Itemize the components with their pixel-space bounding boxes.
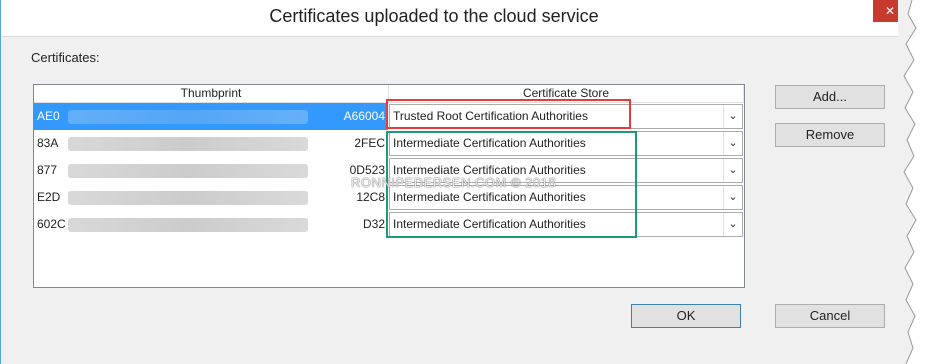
redacted-thumbprint xyxy=(68,137,308,151)
title-bar: Certificates uploaded to the cloud servi… xyxy=(1,0,906,37)
thumbprint-prefix: E2D xyxy=(37,190,61,204)
redacted-thumbprint xyxy=(68,110,308,124)
redacted-thumbprint xyxy=(68,218,308,232)
thumbprint-cell[interactable]: 602C D32 xyxy=(34,211,388,238)
thumbprint-prefix: AE0 xyxy=(37,109,60,123)
cancel-button[interactable]: Cancel xyxy=(775,304,885,328)
ok-button[interactable]: OK xyxy=(631,304,741,328)
chevron-down-icon[interactable]: ⌄ xyxy=(723,159,742,182)
window-title: Certificates uploaded to the cloud servi… xyxy=(269,6,599,26)
certificates-label: Certificates: xyxy=(31,50,100,65)
chevron-down-icon[interactable]: ⌄ xyxy=(723,105,742,128)
watermark: RONNIPEDERSEN.COM © 2018 xyxy=(351,175,557,190)
redacted-thumbprint xyxy=(68,191,308,205)
remove-button[interactable]: Remove xyxy=(775,123,885,147)
thumbprint-cell[interactable]: 83A 2FEC xyxy=(34,130,388,157)
column-header-thumbprint[interactable]: Thumbprint xyxy=(34,85,389,102)
thumbprint-cell[interactable]: AE0 A66004 xyxy=(34,103,388,130)
chevron-down-icon[interactable]: ⌄ xyxy=(723,132,742,155)
redacted-thumbprint xyxy=(68,164,308,178)
thumbprint-prefix: 602C xyxy=(37,217,66,231)
add-button[interactable]: Add... xyxy=(775,85,885,109)
thumbprint-suffix: A66004 xyxy=(343,109,385,123)
dialog-window: Certificates uploaded to the cloud servi… xyxy=(0,0,906,364)
thumbprint-prefix: 877 xyxy=(37,163,58,177)
torn-edge-decoration xyxy=(898,0,917,364)
chevron-down-icon[interactable]: ⌄ xyxy=(723,186,742,209)
thumbprint-suffix: 2FEC xyxy=(354,136,385,150)
thumbprint-cell[interactable]: E2D 12C8 xyxy=(34,184,388,211)
chevron-down-icon[interactable]: ⌄ xyxy=(723,213,742,236)
thumbprint-cell[interactable]: 877 0D523 xyxy=(34,157,388,184)
thumbprint-prefix: 83A xyxy=(37,136,59,150)
thumbprint-suffix: D32 xyxy=(362,217,385,231)
highlight-trusted-root xyxy=(386,99,631,129)
